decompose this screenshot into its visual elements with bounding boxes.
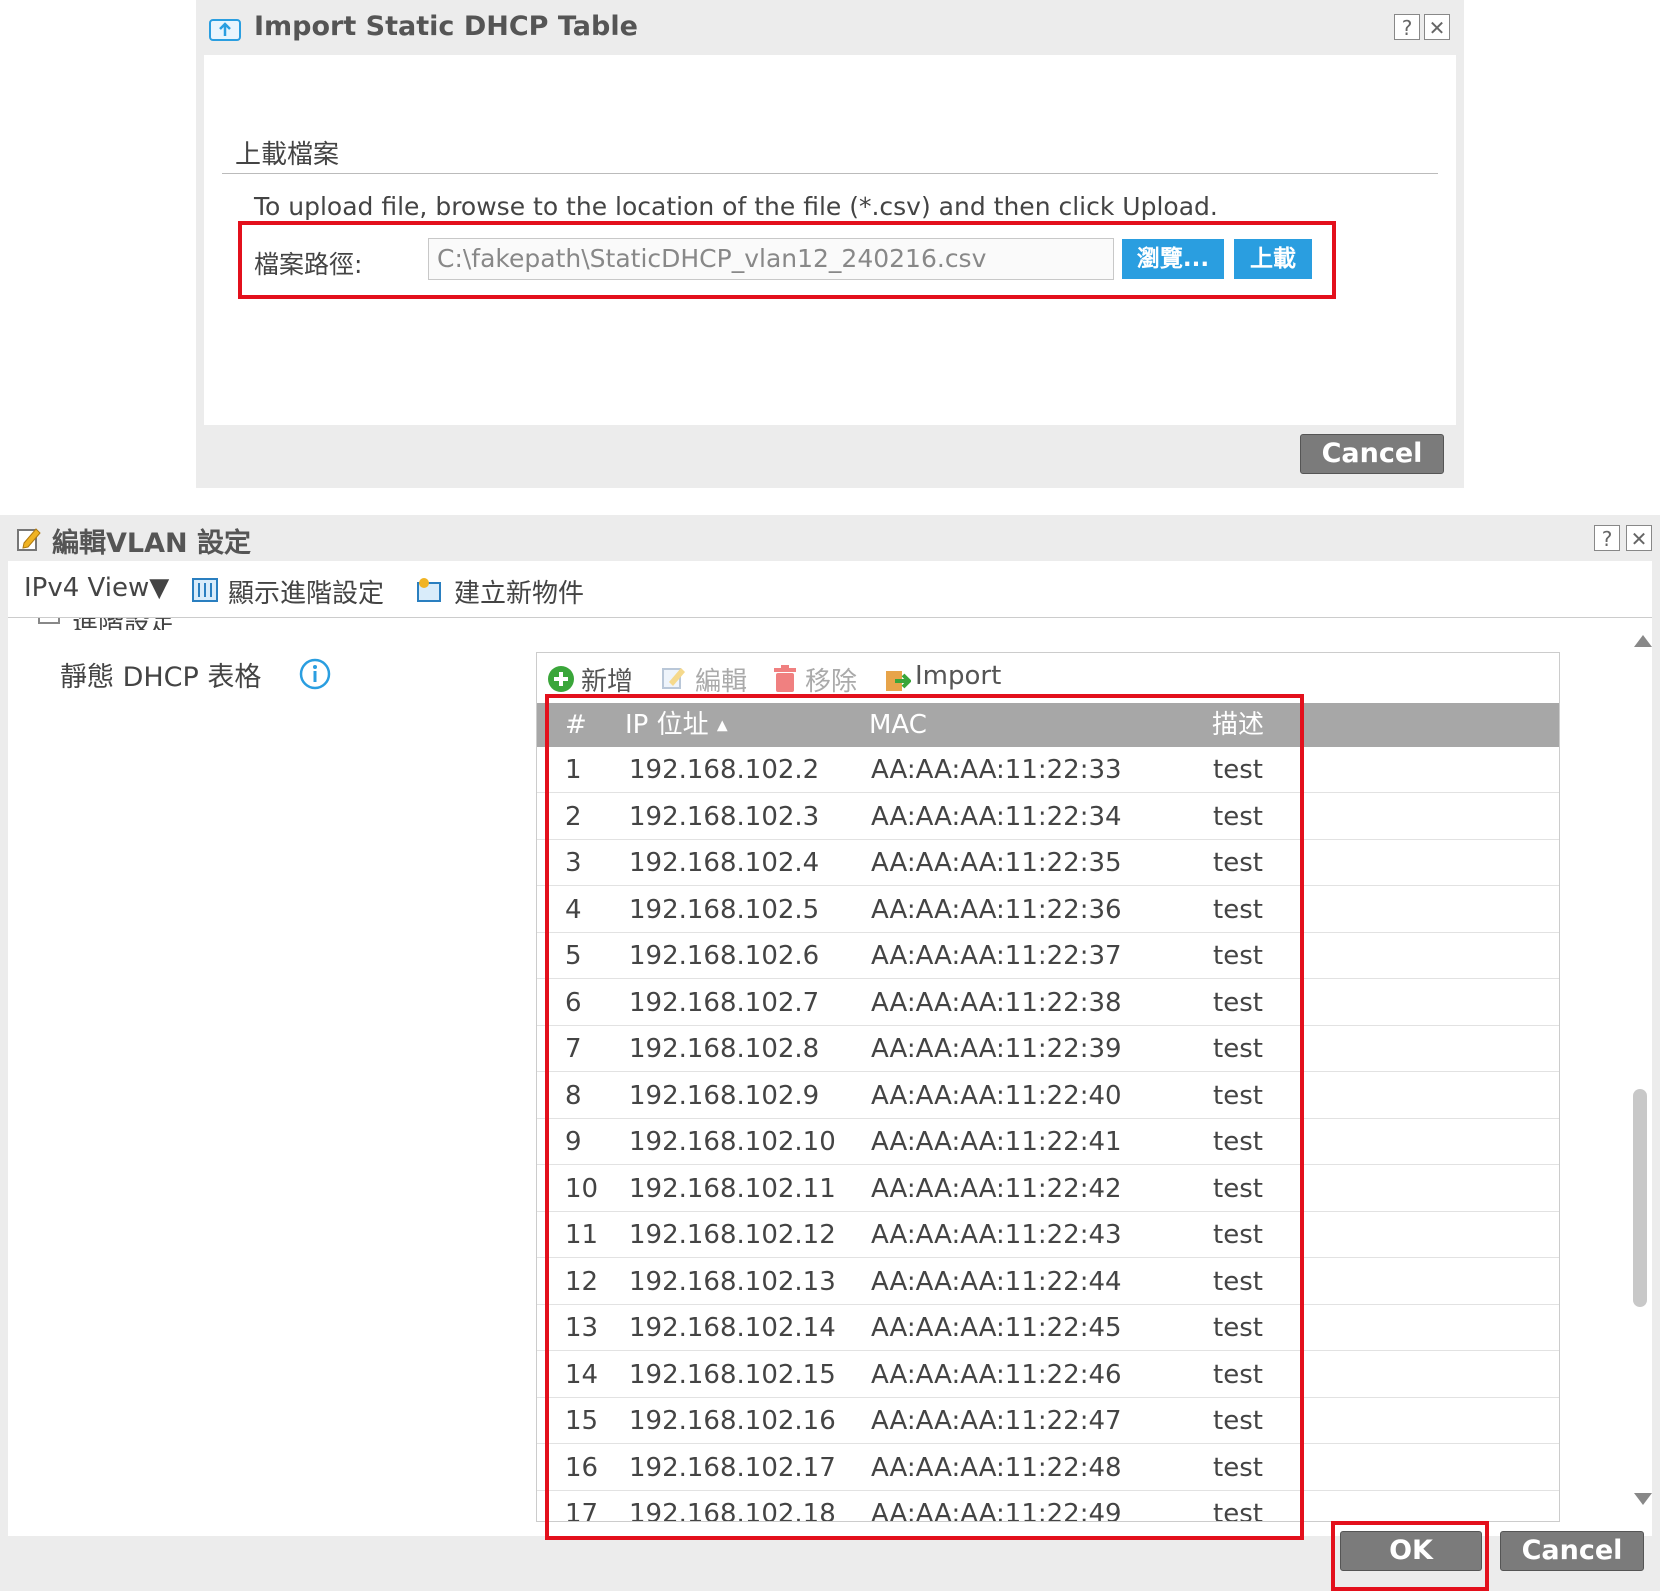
advanced-settings-icon xyxy=(192,578,218,606)
scroll-down-arrow[interactable] xyxy=(1634,1493,1652,1505)
import-cancel-button[interactable]: Cancel xyxy=(1300,434,1444,474)
scroll-up-arrow[interactable] xyxy=(1634,635,1652,647)
import-icon xyxy=(883,665,912,697)
vlan-help-button[interactable]: ? xyxy=(1594,525,1620,551)
import-action[interactable]: Import xyxy=(915,661,1001,691)
vlan-cancel-button[interactable]: Cancel xyxy=(1500,1531,1644,1571)
new-object-icon xyxy=(416,576,444,608)
section-divider xyxy=(222,173,1438,174)
vlan-close-button[interactable]: ✕ xyxy=(1626,525,1652,551)
info-icon[interactable] xyxy=(299,658,331,694)
edit-icon xyxy=(16,525,42,557)
highlight-ok-button xyxy=(1331,1521,1489,1591)
collapse-icon[interactable] xyxy=(38,618,60,624)
highlight-table xyxy=(545,694,1304,1540)
highlight-file-path xyxy=(238,221,1336,299)
edit-action[interactable]: 編輯 xyxy=(695,661,747,698)
trash-icon xyxy=(773,665,797,697)
vlan-toolbar: IPv4 View▼ 顯示進階設定 建立新物件 xyxy=(8,561,1652,618)
remove-action[interactable]: 移除 xyxy=(805,661,857,698)
edit-vlan-title: 編輯VLAN 設定 xyxy=(52,528,251,559)
import-dialog-titlebar: Import Static DHCP Table ? ✕ xyxy=(196,0,1464,55)
static-dhcp-table-label: 靜態 DHCP 表格 xyxy=(60,662,262,693)
show-advanced-settings[interactable]: 顯示進階設定 xyxy=(228,573,384,610)
close-button[interactable]: ✕ xyxy=(1424,14,1450,40)
section-title: 上載檔案 xyxy=(235,140,340,170)
add-action[interactable]: 新增 xyxy=(581,661,633,698)
scroll-thumb[interactable] xyxy=(1633,1089,1647,1307)
upload-icon xyxy=(208,14,242,46)
advanced-section-label: 進階設定 xyxy=(72,618,176,630)
import-dialog-title: Import Static DHCP Table xyxy=(254,11,638,42)
upload-description: To upload file, browse to the location o… xyxy=(254,192,1218,221)
ipv4-view-dropdown[interactable]: IPv4 View▼ xyxy=(24,573,169,603)
vertical-scrollbar[interactable] xyxy=(1624,633,1658,1513)
help-button[interactable]: ? xyxy=(1394,14,1420,40)
add-icon xyxy=(547,665,575,697)
advanced-section-header: 進階設定 xyxy=(28,618,428,630)
create-new-object[interactable]: 建立新物件 xyxy=(454,573,584,610)
edit-action-icon xyxy=(661,665,687,695)
